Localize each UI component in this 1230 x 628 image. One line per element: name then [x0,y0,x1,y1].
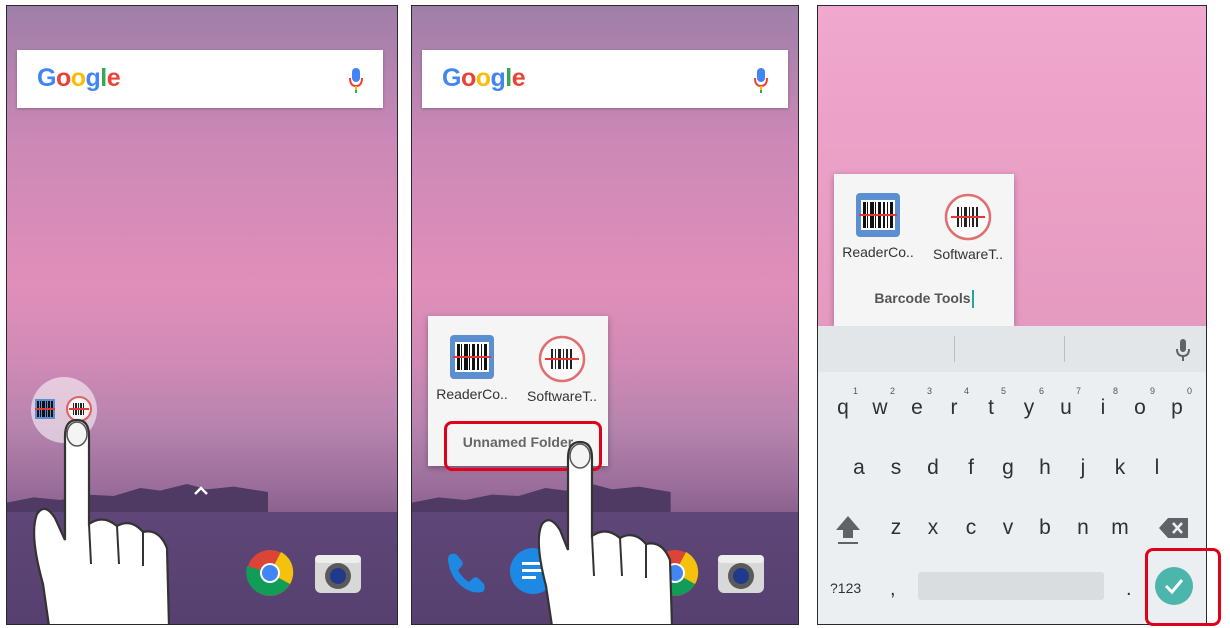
highlight-box [444,421,602,471]
barcode-reader-icon [35,396,92,422]
suggestion-divider [1064,336,1065,362]
key-z[interactable]: z [881,516,911,540]
merging-icons-circle[interactable] [31,377,97,443]
barcode-scan-icon [538,335,586,383]
key-k[interactable]: k [1105,456,1135,480]
chrome-icon[interactable] [650,548,700,598]
key-g[interactable]: g [993,456,1023,480]
folder-name-text: Barcode Tools [874,290,971,306]
camera-icon[interactable] [716,551,766,595]
folder-popup: ReaderCo.. SoftwareT.. Barcode Tools [834,174,1014,326]
app-label: ReaderCo.. [436,386,508,402]
key-y[interactable]: 6y [1014,386,1044,420]
barcode-scan-icon [944,193,992,241]
shift-icon[interactable] [834,512,862,548]
suggestion-divider [954,336,955,362]
key-r[interactable]: 4r [939,386,970,420]
home-screen-drag-step: Google [6,5,398,625]
key-u[interactable]: 7u [1051,386,1081,420]
folder-app-readerco[interactable]: ReaderCo.. [432,334,512,402]
key-p[interactable]: 0p [1162,386,1192,420]
space-bar[interactable] [918,572,1104,600]
mountain-silhouette [7,484,269,516]
highlight-box [1145,548,1221,626]
home-screen-folder-step: Google ReaderCo.. SoftwareT.. Unnamed Fo… [411,5,799,625]
key-c[interactable]: c [956,516,986,540]
chevron-up-icon[interactable] [191,484,211,498]
key-t[interactable]: 5t [976,386,1006,420]
barcode-reader-icon [450,335,494,379]
period-key[interactable]: . [1126,578,1132,601]
google-search-bar[interactable]: Google [17,50,383,108]
key-s[interactable]: s [881,456,911,480]
google-search-bar[interactable]: Google [422,50,788,108]
phone-icon[interactable] [442,548,492,598]
comma-key[interactable]: , [890,578,896,601]
mountain-silhouette [412,484,671,516]
google-logo: Google [37,64,121,92]
folder-rename-step: ReaderCo.. SoftwareT.. Barcode Tools 1q [817,5,1207,625]
key-h[interactable]: h [1030,456,1060,480]
app-label: ReaderCo.. [842,244,914,260]
google-logo: Google [442,64,526,92]
suggestion-strip [818,326,1206,372]
symbols-key[interactable]: ?123 [830,580,861,596]
key-f[interactable]: f [956,456,986,480]
folder-app-readerco[interactable]: ReaderCo.. [838,192,918,260]
key-x[interactable]: x [918,516,948,540]
key-e[interactable]: 3e [902,386,932,420]
key-l[interactable]: l [1142,456,1172,480]
folder-name-field[interactable]: Barcode Tools [834,290,1014,309]
folder-app-softwaret[interactable]: SoftwareT.. [926,192,1010,262]
key-q[interactable]: 1q [828,386,858,420]
barcode-reader-icon [856,193,900,237]
key-o[interactable]: 9o [1125,386,1155,420]
camera-icon[interactable] [313,551,363,595]
text-cursor [971,290,974,309]
folder-app-softwaret[interactable]: SoftwareT.. [520,334,604,404]
key-a[interactable]: a [844,456,874,480]
app-label: SoftwareT.. [526,388,598,404]
app-label: SoftwareT.. [932,246,1004,262]
key-n[interactable]: n [1068,516,1098,540]
messages-icon[interactable] [508,546,558,596]
chrome-icon[interactable] [245,548,295,598]
mic-icon[interactable] [1176,338,1190,362]
key-m[interactable]: m [1105,516,1135,540]
mic-icon[interactable] [754,66,768,94]
key-v[interactable]: v [993,516,1023,540]
mic-icon[interactable] [349,66,363,94]
backspace-icon[interactable] [1158,516,1190,540]
key-b[interactable]: b [1030,516,1060,540]
key-w[interactable]: 2w [865,386,895,420]
key-j[interactable]: j [1068,456,1098,480]
key-d[interactable]: d [918,456,948,480]
key-i[interactable]: 8i [1088,386,1118,420]
